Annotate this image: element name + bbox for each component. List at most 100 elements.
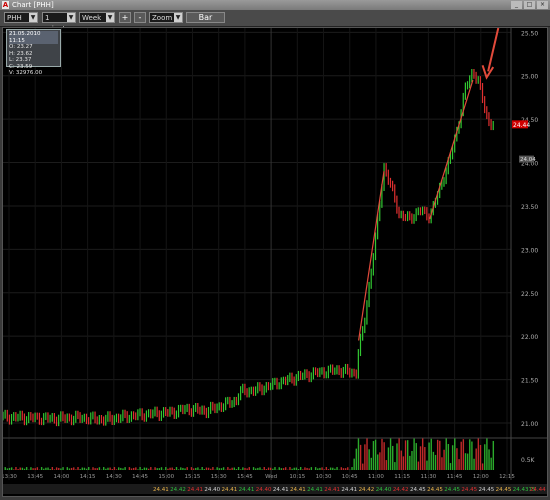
- ticker-value: 24.42: [393, 487, 409, 493]
- y-tick-label: 21.50: [521, 378, 538, 385]
- volume-bar: [477, 438, 480, 470]
- title-bar[interactable]: A Chart [PHH] _ □ ×: [0, 0, 550, 10]
- volume-bar: [368, 449, 370, 470]
- volume-bar: [199, 469, 201, 470]
- volume-bar: [30, 467, 32, 470]
- symbol-select[interactable]: PHH ▼: [4, 12, 38, 23]
- volume-bar: [141, 469, 143, 470]
- volume-bar: [122, 468, 124, 470]
- volume-bar: [222, 467, 225, 470]
- y-tick-label: 23.00: [521, 247, 538, 254]
- volume-bar: [205, 467, 208, 470]
- volume-bar: [314, 467, 317, 470]
- volume-bar: [456, 448, 458, 470]
- volume-bar: [269, 467, 272, 470]
- y-tick-label: 21.00: [521, 421, 538, 428]
- volume-bar: [299, 467, 302, 470]
- volume-bar: [145, 467, 148, 470]
- volume-bar: [55, 467, 58, 470]
- volume-bar: [481, 463, 484, 470]
- zoom-out-button[interactable]: -: [134, 12, 146, 23]
- volume-bar: [372, 441, 375, 470]
- volume-bar: [432, 451, 435, 470]
- volume-bar: [6, 468, 9, 470]
- volume-bar: [105, 468, 107, 470]
- chevron-down-icon[interactable]: ▼: [67, 13, 75, 22]
- volume-bar: [150, 467, 152, 470]
- range-select[interactable]: Week ▼: [79, 12, 115, 23]
- volume-bar: [441, 457, 443, 470]
- volume-bar: [280, 468, 283, 470]
- volume-bar: [75, 469, 77, 470]
- volume-bar: [469, 439, 471, 470]
- volume-bar: [240, 469, 242, 470]
- chevron-down-icon[interactable]: ▼: [174, 13, 182, 22]
- volume-bar: [68, 468, 71, 470]
- volume-bar: [244, 467, 246, 470]
- volume-bar: [25, 467, 28, 470]
- volume-bar: [255, 468, 257, 470]
- volume-tick-label: 0.5K: [521, 457, 536, 464]
- volume-bar: [120, 467, 122, 470]
- volume-bar: [115, 469, 118, 470]
- volume-bar: [340, 467, 343, 470]
- volume-bar: [460, 441, 462, 470]
- volume-bar: [353, 458, 355, 470]
- volume-bar: [177, 469, 180, 470]
- volume-bar: [411, 451, 413, 470]
- ticker-value: 24.41: [187, 487, 203, 493]
- volume-bar: [370, 457, 373, 470]
- volume-bar: [160, 467, 163, 470]
- volume-bar: [207, 467, 210, 470]
- x-tick-label: 15:30: [211, 474, 227, 480]
- volume-bar: [257, 467, 259, 470]
- volume-bar: [233, 467, 235, 470]
- volume-bar: [464, 453, 467, 470]
- volume-bar: [195, 467, 197, 470]
- volume-bar: [454, 438, 456, 470]
- volume-bar: [96, 468, 98, 470]
- volume-bar: [173, 469, 176, 470]
- volume-bar: [154, 467, 156, 470]
- volume-bar: [274, 467, 276, 470]
- volume-bar: [66, 467, 69, 470]
- volume-bar: [94, 468, 96, 470]
- volume-bar: [336, 467, 338, 470]
- x-tick-label: Wed: [265, 474, 277, 480]
- volume-bar: [182, 467, 184, 470]
- volume-bar: [36, 467, 39, 470]
- volume-bar: [113, 467, 116, 470]
- ticker-value: 24.45: [478, 487, 494, 493]
- volume-bar: [417, 461, 420, 470]
- volume-bar: [190, 467, 193, 470]
- volume-bar: [426, 460, 428, 470]
- chevron-down-icon[interactable]: ▼: [29, 13, 37, 22]
- volume-bar: [389, 438, 392, 470]
- chart-type-button[interactable]: Bar: [186, 12, 225, 23]
- volume-bar: [92, 467, 94, 470]
- volume-bar: [259, 467, 261, 470]
- chart-canvas[interactable]: 21.0021.5022.0022.5023.0023.5024.0024.50…: [3, 28, 547, 496]
- zoom-select[interactable]: Zoom ▼: [149, 12, 183, 23]
- volume-bar: [252, 467, 255, 470]
- zoom-in-button[interactable]: +: [119, 12, 131, 23]
- volume-bar: [197, 467, 199, 470]
- volume-bar: [332, 467, 334, 470]
- maximize-icon[interactable]: □: [524, 1, 535, 9]
- volume-bar: [261, 469, 263, 470]
- volume-bar: [295, 467, 298, 470]
- volume-bar: [227, 467, 229, 470]
- volume-bar: [267, 467, 270, 470]
- chevron-down-icon[interactable]: ▼: [106, 13, 114, 22]
- volume-bar: [111, 469, 113, 470]
- close-icon[interactable]: ×: [537, 1, 548, 9]
- price-chart[interactable]: 21.00 21.50 22.00 22.50 23.00 23.50 24.00 24.50…: [2, 27, 548, 497]
- volume-bar: [21, 467, 24, 470]
- minimize-icon[interactable]: _: [511, 1, 522, 9]
- x-tick-label: 15:00: [158, 474, 174, 480]
- ohlc-info-box: 21.05.2010 11:15 O: 23.27 H: 23.62 L: 23…: [6, 29, 61, 76]
- volume-bar: [165, 467, 167, 470]
- volume-bar: [486, 438, 488, 470]
- interval-select[interactable]: 1 minute ▼: [42, 12, 76, 33]
- volume-bar: [135, 467, 137, 470]
